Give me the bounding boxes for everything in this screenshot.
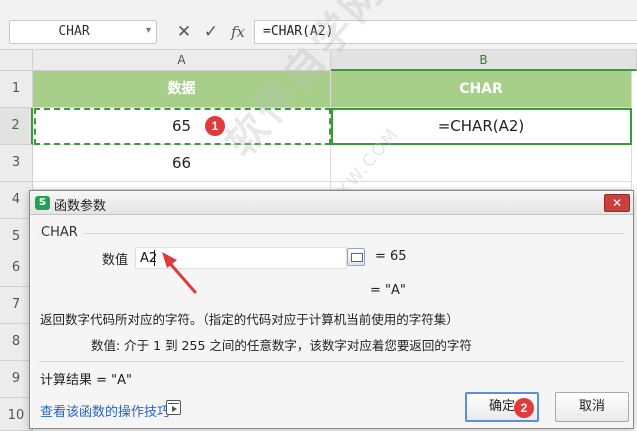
cell-b4[interactable]: [331, 182, 632, 190]
confirm-formula-icon[interactable]: ✓: [200, 20, 222, 44]
text-caret: [154, 250, 155, 266]
function-result: = "A": [370, 283, 406, 298]
name-box[interactable]: CHAR ▾: [9, 20, 157, 44]
function-name-label: CHAR: [41, 225, 84, 240]
cell-a4[interactable]: [33, 182, 331, 190]
argument-label: 数值: [102, 253, 129, 268]
cell-a2[interactable]: 65: [33, 108, 331, 145]
app-icon: S: [35, 196, 50, 210]
cell-b2[interactable]: =CHAR(A2): [331, 108, 632, 145]
group-divider: [39, 233, 624, 234]
name-box-value: CHAR: [58, 24, 90, 39]
row-header[interactable]: 3: [0, 145, 33, 182]
step-badge-1: 1: [205, 116, 225, 136]
column-header-b[interactable]: B: [331, 50, 637, 71]
dialog-title: 函数参数: [54, 199, 107, 214]
select-all-corner[interactable]: [0, 50, 33, 71]
formula-input[interactable]: =CHAR(A2): [254, 20, 637, 44]
dialog-title-bar[interactable]: S 函数参数 ✕: [30, 191, 633, 215]
chevron-down-icon[interactable]: ▾: [146, 25, 151, 36]
cell-a1[interactable]: 数据: [33, 71, 331, 108]
cell-b3[interactable]: [331, 145, 632, 182]
close-icon[interactable]: ✕: [604, 194, 630, 212]
row-header[interactable]: 1: [0, 71, 33, 108]
formula-bar: CHAR ▾ ✕ ✓ fx =CHAR(A2): [0, 0, 637, 50]
argument-description: 数值: 介于 1 到 255 之间的任意数字，该数字对应着您要返回的字符: [91, 338, 472, 353]
ok-button-label: 确定: [488, 399, 515, 414]
cell-a3[interactable]: 66: [33, 145, 331, 182]
calculation-result: 计算结果 = "A": [40, 373, 133, 388]
video-play-icon[interactable]: [166, 400, 181, 415]
function-tips-link[interactable]: 查看该函数的操作技巧: [40, 401, 170, 420]
cell-b1[interactable]: CHAR: [331, 71, 632, 108]
section-divider: [39, 361, 624, 362]
row-header[interactable]: 2: [0, 108, 33, 145]
insert-function-icon[interactable]: fx: [227, 20, 249, 44]
function-arguments-dialog: S 函数参数 ✕ CHAR 数值 A2 = 65 = "A" 返回数字代码所对应…: [29, 190, 634, 429]
column-header-a[interactable]: A: [33, 50, 331, 71]
cancel-formula-icon[interactable]: ✕: [173, 20, 195, 44]
formula-text: =CHAR(A2): [263, 24, 334, 39]
collapse-dialog-icon[interactable]: [347, 248, 365, 266]
cancel-button-label: 取消: [578, 399, 605, 414]
function-description: 返回数字代码所对应的字符。（指定的代码对应于计算机当前使用的字符集）: [40, 312, 459, 327]
argument-input[interactable]: A2: [135, 247, 347, 269]
cancel-button[interactable]: 取消: [555, 392, 629, 422]
argument-result: = 65: [375, 249, 407, 264]
step-badge-2: 2: [514, 398, 534, 418]
